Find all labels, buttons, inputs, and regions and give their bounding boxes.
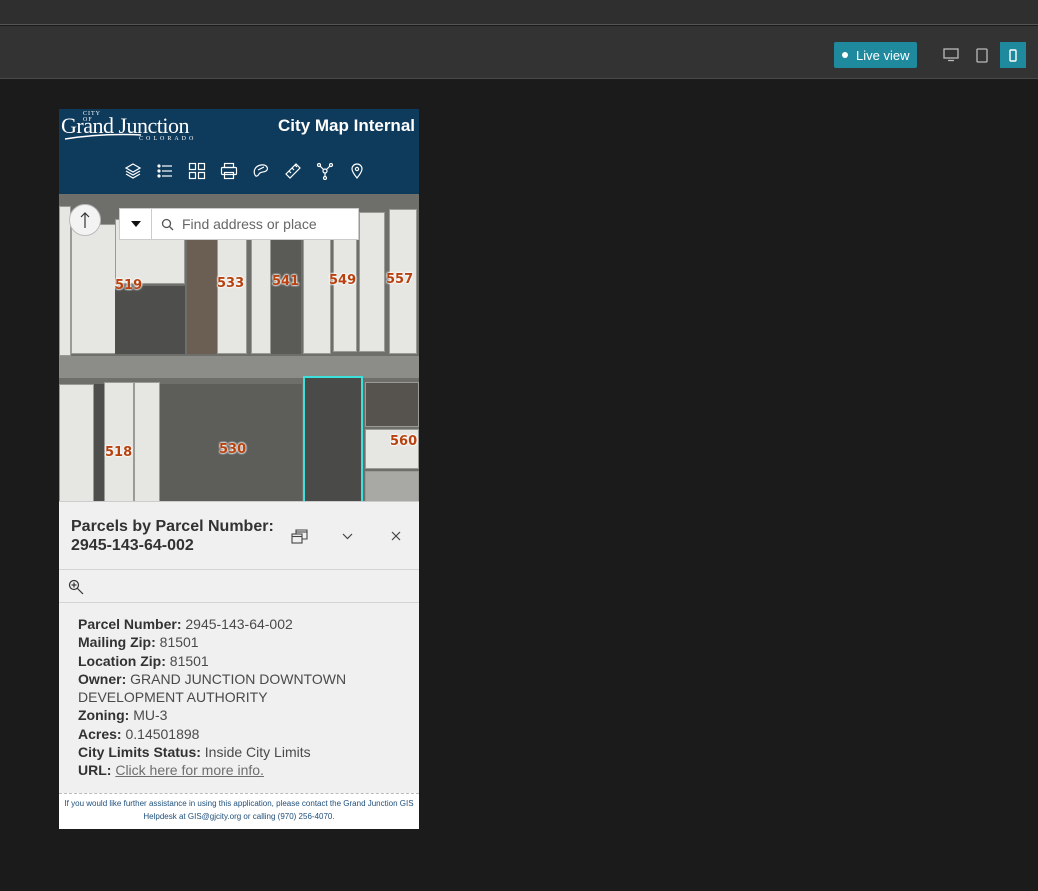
popup-fields: Parcel Number: 2945-143-64-002 Mailing Z… — [78, 615, 398, 780]
location-icon — [351, 163, 363, 179]
print-icon — [220, 162, 238, 180]
chevron-down-icon — [342, 533, 352, 539]
desktop-view-button[interactable] — [938, 42, 964, 68]
basemap-gallery-button[interactable] — [181, 161, 213, 181]
tablet-view-button[interactable] — [969, 42, 995, 68]
popup-title: Parcels by Parcel Number: 2945-143-64-00… — [71, 518, 274, 554]
share-icon — [316, 162, 334, 180]
parcel-label: 518 — [105, 445, 133, 460]
widget-toolbar — [117, 161, 373, 181]
caret-down-icon — [130, 221, 141, 227]
footer-line-2: Helpdesk at GIS@gjcity.org or calling (9… — [143, 812, 335, 821]
more-info-link[interactable]: Click here for more info. — [115, 762, 264, 778]
compass-button[interactable] — [69, 204, 101, 236]
footer-line-1: If you would like further assistance in … — [64, 799, 414, 808]
share-button[interactable] — [309, 161, 341, 181]
search-widget — [119, 208, 359, 240]
field-mailing-zip: Mailing Zip: 81501 — [78, 634, 199, 651]
zoom-in-icon — [68, 579, 84, 595]
search-input[interactable] — [182, 209, 352, 239]
tablet-icon — [976, 47, 988, 63]
parcel-label: 549 — [329, 273, 357, 288]
draw-icon — [253, 164, 268, 177]
north-arrow-icon — [80, 212, 90, 228]
dock-icon — [290, 528, 308, 544]
measure-icon — [285, 163, 301, 179]
top-strip — [0, 0, 1038, 25]
popup-actions — [59, 570, 419, 603]
parcel-label: 560 — [390, 434, 418, 449]
logo-swoosh-icon — [64, 133, 142, 140]
field-zoning: Zoning: MU-3 — [78, 707, 168, 724]
legend-button[interactable] — [149, 161, 181, 181]
parcel-label: 557 — [386, 272, 414, 287]
app-header: CITY OF Grand Junction COLORADO City Map… — [59, 109, 419, 194]
field-acres: Acres: 0.14501898 — [78, 725, 200, 742]
collapse-popup-button[interactable] — [335, 524, 359, 548]
parcel-label: 530 — [219, 442, 247, 457]
phone-view-button[interactable] — [1000, 42, 1026, 68]
logo-state: COLORADO — [139, 136, 197, 142]
app-footer: If you would like further assistance in … — [59, 793, 419, 829]
live-view-label: Live view — [856, 47, 910, 63]
zoom-to-button[interactable] — [66, 577, 86, 597]
field-city-limits: City Limits Status: Inside City Limits — [78, 744, 311, 761]
app-title: City Map Internal — [278, 116, 415, 135]
parcel-label: 533 — [217, 276, 245, 291]
search-icon[interactable] — [152, 209, 182, 239]
parcel-label: 519 — [115, 278, 143, 293]
search-source-dropdown[interactable] — [120, 209, 152, 239]
close-popup-button[interactable] — [384, 524, 408, 548]
field-location-zip: Location Zip: 81501 — [78, 652, 209, 669]
field-owner: Owner: GRAND JUNCTION DOWNTOWN DEVELOPME… — [78, 670, 347, 706]
popup-header: Parcels by Parcel Number: 2945-143-64-00… — [59, 502, 419, 570]
print-button[interactable] — [213, 161, 245, 181]
dock-popup-button[interactable] — [287, 524, 311, 548]
field-parcel-number: Parcel Number: 2945-143-64-002 — [78, 616, 293, 632]
parcel-label: 541 — [272, 274, 300, 289]
live-dot-icon — [842, 52, 848, 58]
layers-icon — [124, 163, 142, 179]
draw-button[interactable] — [245, 161, 277, 181]
legend-icon — [157, 164, 172, 178]
map-view[interactable]: 519 533 541 549 557 518 530 560 — [59, 194, 419, 501]
phone-icon — [1009, 48, 1017, 62]
basemap-gallery-icon — [188, 162, 206, 180]
feature-popup: Parcels by Parcel Number: 2945-143-64-00… — [59, 501, 419, 793]
field-url: URL: Click here for more info. — [78, 762, 264, 779]
desktop-icon — [943, 48, 959, 62]
live-view-button[interactable]: Live view — [834, 42, 917, 68]
selected-parcel-outline — [303, 376, 363, 501]
close-icon — [391, 531, 401, 541]
app-preview: CITY OF Grand Junction COLORADO City Map… — [59, 109, 419, 829]
location-button[interactable] — [341, 161, 373, 181]
measure-button[interactable] — [277, 161, 309, 181]
layers-button[interactable] — [117, 161, 149, 181]
